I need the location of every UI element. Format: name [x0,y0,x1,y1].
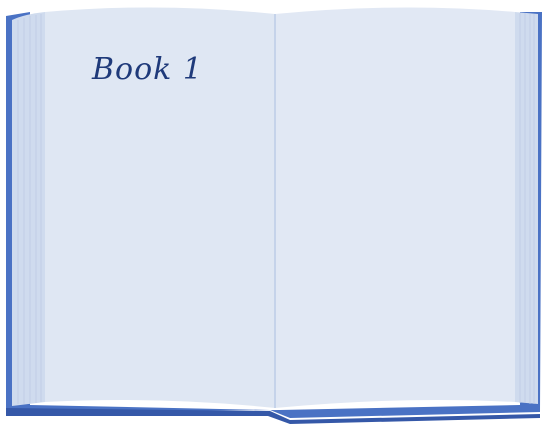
right-page-edges [515,12,538,404]
book-title: Book 1 [92,52,203,87]
open-book: Book 1 [0,0,548,431]
book-illustration [6,7,542,424]
left-page-edges [12,12,45,406]
right-page [275,7,515,408]
